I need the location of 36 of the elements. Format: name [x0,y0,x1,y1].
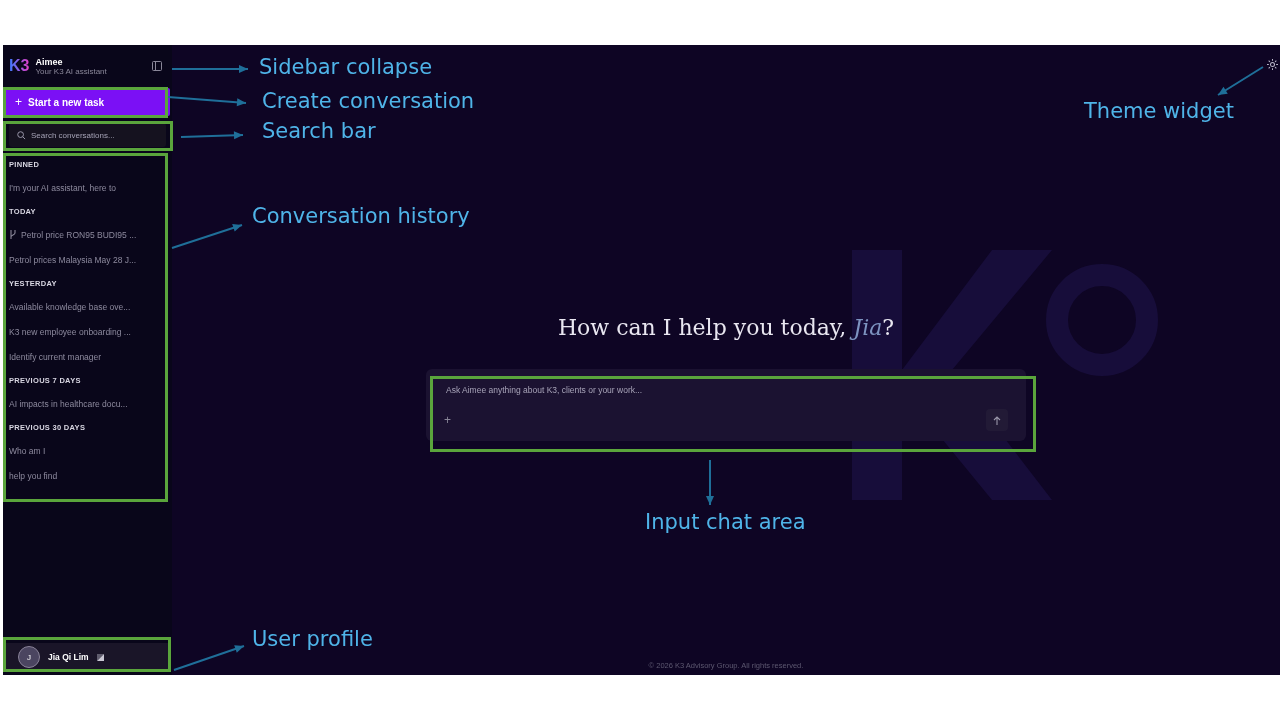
assistant-subtitle: Your K3 AI assistant [35,66,108,76]
annotation-label: User profile [252,627,373,651]
annotation-arrow [706,459,714,506]
annotation-arrow [173,645,245,671]
conversation-item[interactable]: Who am I [9,438,166,463]
user-avatar: J [18,646,40,668]
sidebar-collapse-icon[interactable] [152,61,162,71]
conversation-item[interactable]: Identify current manager [9,344,166,369]
annotation-label: Conversation history [252,204,470,228]
conversation-item[interactable]: I'm your AI assistant, here to [9,175,166,200]
assistant-name: Aimee [35,56,64,67]
arrow-up-icon [993,415,1001,425]
conversation-item[interactable]: K3 new employee onboarding ... [9,319,166,344]
conversation-item[interactable]: help you find [9,463,166,488]
greeting-heading: How can I help you today, Jia? [557,315,895,340]
annotation-label: Theme widget [1084,99,1234,123]
annotation-label: Input chat area [645,510,806,534]
annotation-label: Sidebar collapse [259,55,433,79]
add-button[interactable]: + [444,413,451,427]
annotation-arrow [171,224,243,249]
conversation-item[interactable]: Petrol prices Malaysia May 28 J... [9,247,166,272]
conversation-item[interactable]: Available knowledge base ove... [9,294,166,319]
conversation-item[interactable]: AI impacts in healthcare docu... [9,391,166,416]
annotation-label: Create conversation [262,89,475,113]
sun-icon[interactable] [1267,59,1278,70]
corner-icon [96,653,104,661]
send-button[interactable] [986,409,1008,431]
search-icon [17,131,26,140]
annotation-arrow [180,131,244,140]
search-field[interactable]: Search conversations... [9,123,166,147]
conversation-item[interactable]: Petrol price RON95 BUDI95 ... [9,222,166,247]
message-input[interactable]: Ask Aimee anything about K3, clients or your work... [444,384,1012,396]
user-profile[interactable]: J Jia Qi Lim [6,643,168,671]
annotation-arrow [1217,66,1264,96]
annotation-label: Search bar [262,119,376,143]
branch-icon [9,230,17,239]
